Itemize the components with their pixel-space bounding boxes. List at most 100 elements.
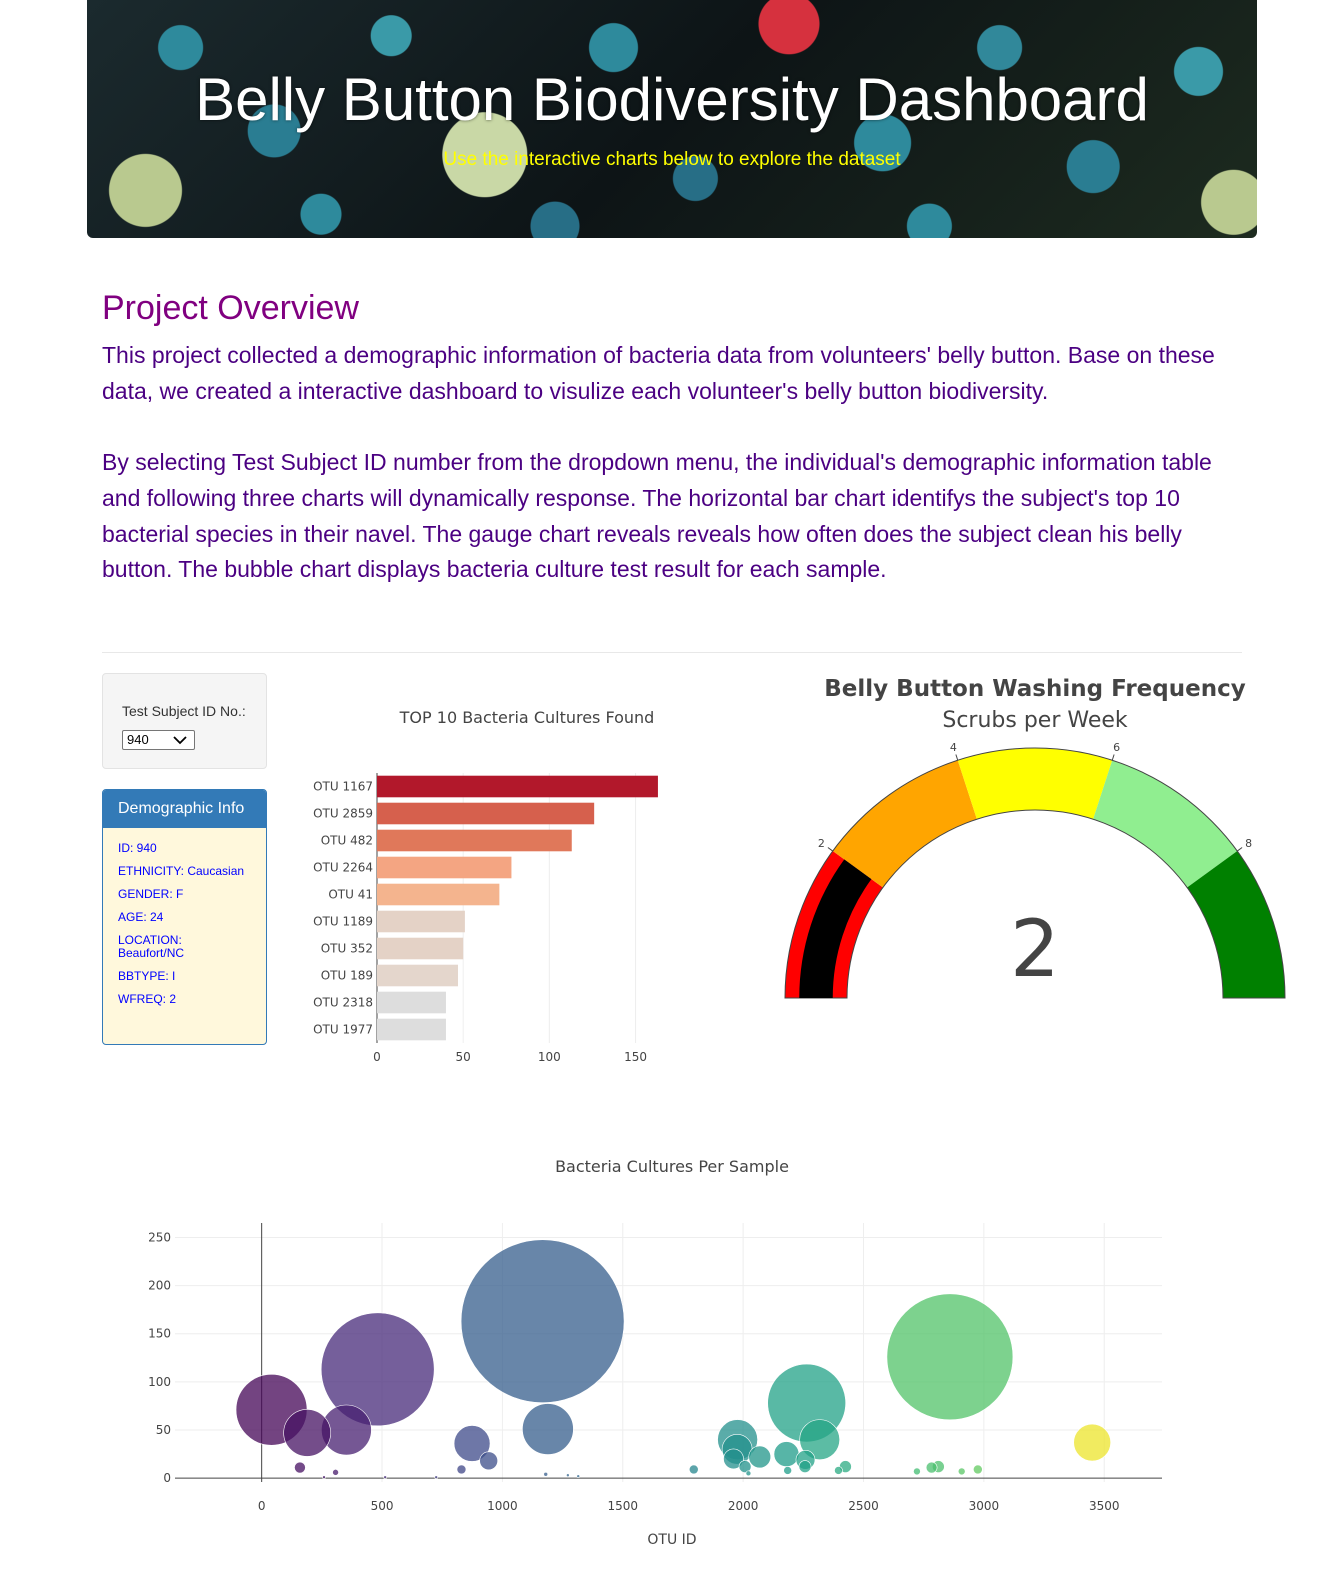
- gauge-title: Belly Button Washing Frequency: [824, 676, 1245, 702]
- demographic-heading: Demographic Info: [103, 790, 266, 828]
- gauge-tick: [827, 847, 834, 852]
- subject-id-dropdown[interactable]: 940: [122, 730, 195, 750]
- demographic-panel: Demographic Info ID: 940 ETHNICITY: Cauc…: [102, 789, 267, 1045]
- header-banner: Belly Button Biodiversity Dashboard Use …: [87, 0, 1257, 238]
- overview-title: Project Overview: [102, 289, 359, 327]
- gauge-tick-label: 2: [818, 837, 825, 850]
- bubble-chart-title: Bacteria Cultures Per Sample: [555, 1157, 789, 1176]
- bubble-mark: [332, 1469, 339, 1476]
- bubble-mark: [913, 1467, 921, 1476]
- bubble-mark: [479, 1451, 498, 1471]
- bubble-y-tick-label: 50: [156, 1423, 171, 1437]
- bubble-chart: Bacteria Cultures Per Sample 0 500 1000 1500…: [0, 1145, 1343, 1565]
- bar-category-label: OTU 1977: [313, 1023, 373, 1037]
- bubble-mark: [834, 1466, 843, 1475]
- bar-category-label: OTU 2859: [313, 807, 373, 821]
- bubble-mark: [886, 1293, 1014, 1421]
- demo-ethnicity: ETHNICITY: Caucasian: [118, 864, 245, 878]
- bar-x-tick-label: 50: [456, 1050, 471, 1064]
- bubble-chart-svg: Bacteria Cultures Per Sample0 500 1000 1500…: [148, 1157, 1162, 1548]
- bar-mark: [377, 991, 446, 1014]
- bar-mark: [377, 1018, 446, 1041]
- wash-frequency-gauge: Belly Button Washing Frequency Scrubs per…: [770, 665, 1300, 1010]
- page-title: Belly Button Biodiversity Dashboard: [195, 66, 1149, 133]
- chevron-down-icon: [173, 736, 187, 745]
- bubble-mark: [798, 1460, 812, 1473]
- bar-x-tick-label: 150: [624, 1050, 647, 1064]
- subject-id-value: 940: [127, 732, 149, 747]
- bar-chart-svg: TOP 10 Bacteria Cultures Found 0 50 100 150 O…: [313, 708, 658, 1064]
- overview-paragraph-2: By selecting Test Subject ID number from…: [102, 449, 1212, 583]
- bubble-y-tick-label: 150: [148, 1327, 171, 1341]
- bar-x-tick-label: 0: [373, 1050, 381, 1064]
- bubble-x-tick-label: 2000: [728, 1499, 759, 1513]
- bar-category-label: OTU 1189: [313, 915, 373, 929]
- demo-location: LOCATION: Beaufort/NC: [118, 933, 185, 960]
- bubble-y-tick-label: 200: [148, 1279, 171, 1293]
- bubble-mark: [748, 1445, 772, 1469]
- bar-mark: [377, 937, 464, 960]
- bubble-x-tick-label: 1000: [487, 1499, 518, 1513]
- bar-chart-title: TOP 10 Bacteria Cultures Found: [399, 708, 655, 727]
- gauge-tick: [955, 754, 959, 761]
- bar-category-label: OTU 482: [321, 834, 373, 848]
- bubble-mark: [745, 1470, 752, 1477]
- bar-category-label: OTU 352: [321, 942, 373, 956]
- bar-category-label: OTU 189: [321, 969, 373, 983]
- bar-mark: [377, 883, 500, 906]
- bubble-mark: [522, 1403, 574, 1455]
- gauge-tick-label: 6: [1113, 741, 1120, 754]
- bubble-y-tick-label: 0: [163, 1471, 171, 1485]
- overview-text: This project collected a demographic inf…: [102, 338, 1252, 624]
- gauge-chart-svg: Belly Button Washing Frequency Scrubs per…: [784, 676, 1286, 999]
- gauge-subtitle: Scrubs per Week: [942, 708, 1128, 733]
- subject-selector-panel: Test Subject ID No.: 940: [102, 673, 267, 769]
- bubble-mark: [434, 1475, 438, 1479]
- page-subtitle: Use the interactive charts below to expl…: [443, 149, 901, 170]
- bubble-x-tick-label: 3000: [969, 1499, 1000, 1513]
- bar-category-label: OTU 1167: [313, 780, 373, 794]
- bubble-y-tick-label: 250: [148, 1230, 171, 1244]
- bubble-mark: [1073, 1423, 1111, 1462]
- overview-paragraph-1: This project collected a demographic inf…: [102, 342, 1215, 404]
- bubble-mark: [543, 1471, 549, 1477]
- bar-mark: [377, 802, 595, 825]
- bubble-mark: [576, 1474, 581, 1479]
- bubble-mark: [957, 1467, 966, 1476]
- bar-x-tick-label: 100: [538, 1050, 561, 1064]
- demographic-body: ID: 940 ETHNICITY: Caucasian GENDER: F A…: [103, 828, 266, 1006]
- bar-mark: [377, 775, 658, 798]
- bubble-x-tick-label: 3500: [1089, 1499, 1120, 1513]
- bar-mark: [377, 964, 459, 987]
- bubble-x-tick-label: 500: [371, 1499, 394, 1513]
- bubble-x-tick-label: 0: [258, 1499, 266, 1513]
- gauge-tick-label: 8: [1245, 837, 1252, 850]
- demo-wfreq: WFREQ: 2: [118, 992, 177, 1006]
- bubble-x-tick-label: 1500: [607, 1499, 638, 1513]
- bubble-mark: [383, 1475, 387, 1479]
- bar-mark: [377, 829, 572, 852]
- bar-mark: [377, 910, 465, 933]
- bubble-x-tick-label: 2500: [848, 1499, 879, 1513]
- bar-mark: [377, 856, 512, 879]
- gauge-step: [957, 748, 1113, 820]
- bubble-mark: [688, 1464, 699, 1475]
- demo-bbtype: BBTYPE: I: [118, 969, 176, 983]
- bubble-x-axis-label: OTU ID: [647, 1532, 696, 1548]
- bubble-mark: [283, 1409, 331, 1457]
- bar-category-label: OTU 41: [328, 888, 373, 902]
- bubble-mark: [973, 1464, 983, 1475]
- bubble-y-tick-label: 100: [148, 1375, 171, 1389]
- bubble-mark: [460, 1239, 625, 1404]
- gauge-tick: [1236, 847, 1243, 852]
- gauge-value-number: 2: [1010, 905, 1060, 995]
- subject-selector-label: Test Subject ID No.:: [122, 703, 246, 719]
- divider: [102, 652, 1242, 653]
- bubble-mark: [925, 1461, 938, 1474]
- bubble-mark: [783, 1466, 792, 1475]
- bubble-mark: [456, 1464, 467, 1475]
- demo-id: ID: 940: [118, 841, 157, 855]
- demo-gender: GENDER: F: [118, 887, 184, 901]
- bubble-mark: [322, 1475, 326, 1479]
- demo-age: AGE: 24: [118, 910, 164, 924]
